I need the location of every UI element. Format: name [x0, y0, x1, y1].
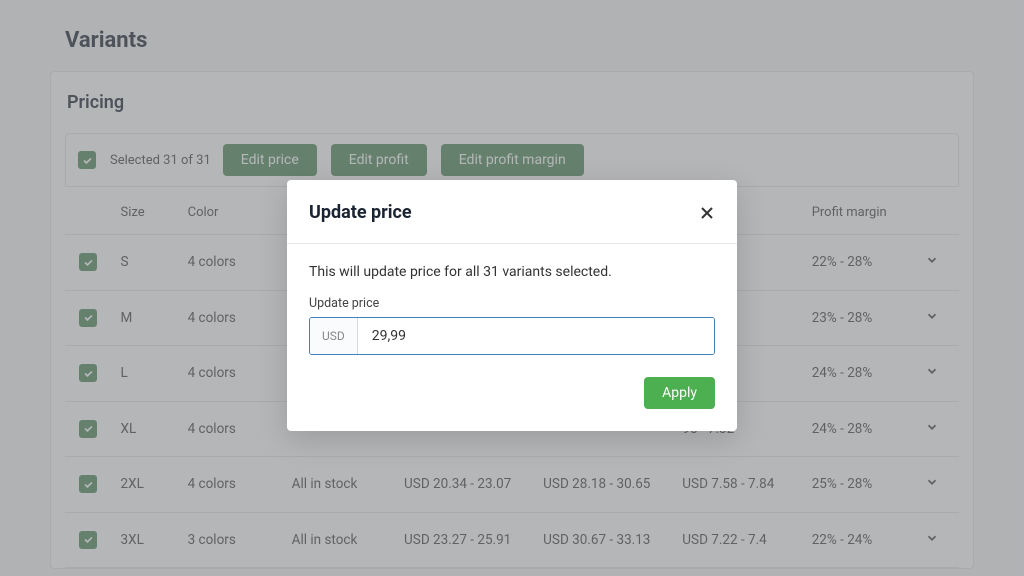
- apply-button[interactable]: Apply: [644, 377, 715, 409]
- close-icon[interactable]: [699, 205, 715, 221]
- price-field-label: Update price: [309, 296, 715, 311]
- currency-prefix: USD: [310, 318, 358, 354]
- modal-title: Update price: [309, 202, 412, 223]
- price-input-group: USD: [309, 317, 715, 355]
- update-price-modal: Update price This will update price for …: [287, 180, 737, 431]
- modal-description: This will update price for all 31 varian…: [309, 264, 715, 280]
- price-input[interactable]: [358, 318, 714, 354]
- modal-overlay[interactable]: Update price This will update price for …: [0, 0, 1024, 576]
